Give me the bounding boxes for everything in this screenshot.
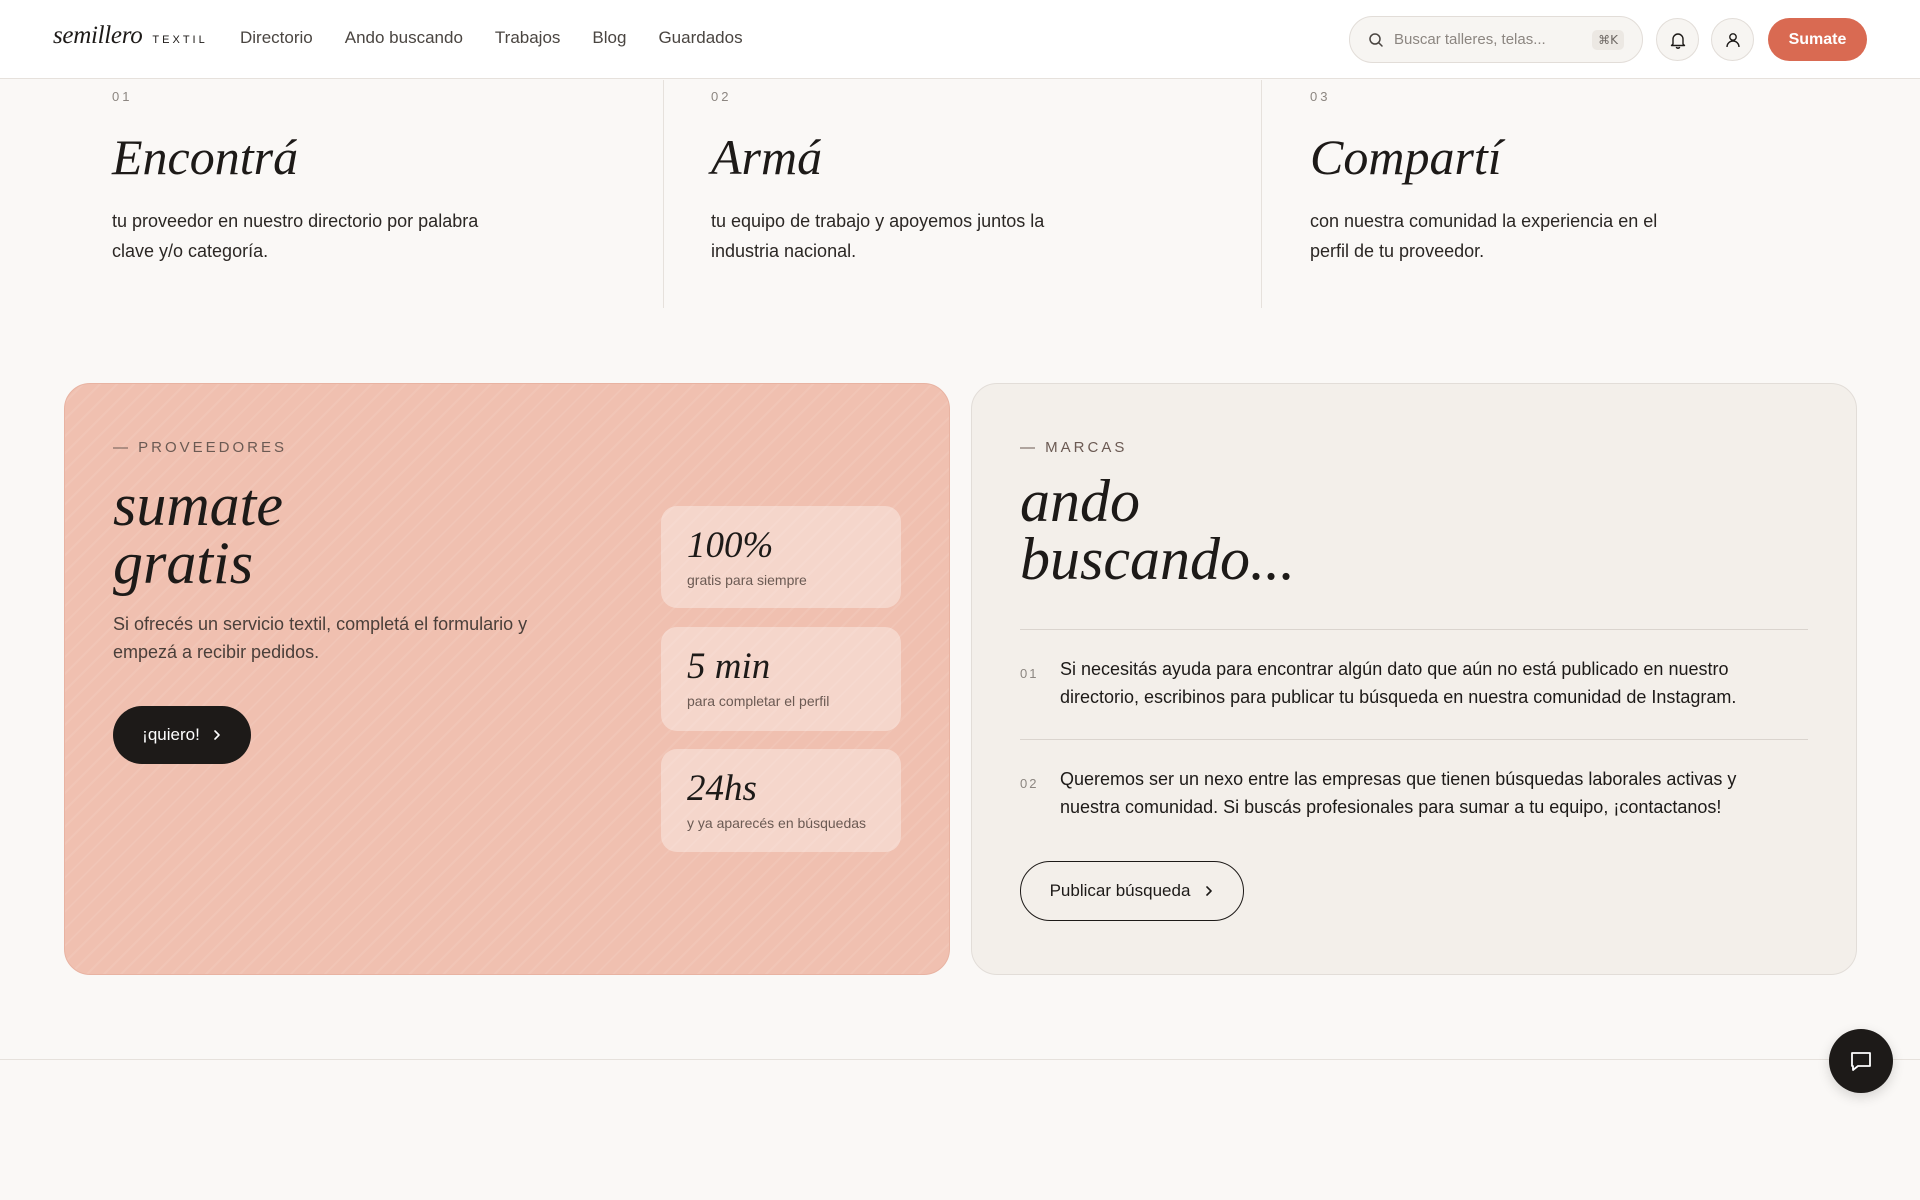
step-description: con nuestra comunidad la experiencia en … [1310, 211, 1658, 261]
publicar-busqueda-label: Publicar búsqueda [1049, 881, 1191, 900]
site-header: semillero TEXTIL Directorio Ando buscand… [0, 0, 1920, 79]
nav-blog[interactable]: Blog [592, 28, 626, 48]
bell-icon [1670, 32, 1685, 49]
user-icon [1725, 32, 1740, 47]
brands-title-line1: ando [1020, 468, 1140, 534]
quiero-button-label: ¡quiero! [142, 725, 200, 744]
stat-label: y ya aparecés en búsquedas [687, 815, 867, 831]
search-input[interactable] [1394, 31, 1584, 48]
brands-card: — MARCAS ando buscando... 01 Si necesitá… [971, 383, 1857, 975]
search-box[interactable]: ⌘K [1349, 16, 1643, 63]
nav-guardados[interactable]: Guardados [658, 28, 742, 48]
step-number: 02 [711, 89, 732, 104]
step-comparti: 03 Compartí con nuestra comunidad la exp… [1310, 80, 1810, 308]
providers-title-line1: sumate [113, 472, 283, 538]
brands-item-number: 01 [1020, 666, 1039, 681]
step-arma: 02 Armá tu equipo de trabajo y apoyemos … [711, 80, 1211, 308]
chat-bubble-icon [1851, 1052, 1871, 1071]
step-title: Compartí [1310, 129, 1502, 185]
stat-card: 100% gratis para siempre [661, 506, 901, 608]
brands-eyebrow: — MARCAS [1020, 439, 1128, 456]
stat-label: gratis para siempre [687, 572, 807, 588]
account-button[interactable] [1711, 18, 1754, 61]
step-description: tu equipo de trabajo y apoyemos juntos l… [711, 211, 1045, 261]
nav-ando-buscando[interactable]: Ando buscando [345, 28, 463, 48]
sumate-button[interactable]: Sumate [1768, 18, 1867, 61]
step-description: tu proveedor en nuestro directorio por p… [112, 211, 479, 261]
main-nav: Directorio Ando buscando Trabajos Blog G… [240, 28, 743, 48]
providers-description: Si ofrecés un servicio textil, completá … [113, 614, 528, 662]
step-number: 03 [1310, 89, 1331, 104]
step-title: Armá [711, 129, 823, 185]
logo-subtitle: TEXTIL [152, 34, 208, 46]
stat-value: 100% [687, 525, 774, 566]
notifications-button[interactable] [1656, 18, 1699, 61]
quiero-button[interactable]: ¡quiero! [113, 706, 251, 764]
providers-title-line2: gratis [113, 530, 254, 596]
brands-item-number: 02 [1020, 776, 1039, 791]
stat-card: 5 min para completar el perfil [661, 627, 901, 731]
divider [1020, 739, 1808, 740]
brands-item-text: Si necesitás ayuda para encontrar algún … [1060, 659, 1737, 707]
step-number: 01 [112, 89, 133, 104]
search-shortcut-badge: ⌘K [1592, 29, 1624, 50]
stat-value: 24hs [687, 768, 757, 809]
nav-directorio[interactable]: Directorio [240, 28, 313, 48]
divider [1020, 629, 1808, 630]
stat-card: 24hs y ya aparecés en búsquedas [661, 749, 901, 852]
step-divider [1261, 80, 1262, 308]
stat-value: 5 min [687, 646, 771, 687]
providers-card: — PROVEEDORES sumate gratis Si ofrecés u… [64, 383, 950, 975]
nav-trabajos[interactable]: Trabajos [495, 28, 561, 48]
chevron-right-icon [214, 730, 220, 740]
brands-title-line2: buscando... [1020, 526, 1295, 592]
step-divider [663, 80, 664, 308]
step-title: Encontrá [112, 129, 299, 185]
section-divider [0, 1059, 1920, 1060]
step-encontra: 01 Encontrá tu proveedor en nuestro dire… [112, 80, 612, 308]
publicar-busqueda-button[interactable]: Publicar búsqueda [1020, 861, 1244, 921]
logo[interactable]: semillero TEXTIL [53, 22, 208, 50]
providers-eyebrow: — PROVEEDORES [113, 439, 288, 456]
chat-button[interactable] [1829, 1029, 1893, 1093]
search-icon [1369, 32, 1383, 47]
brands-item-text: Queremos ser un nexo entre las empresas … [1060, 769, 1737, 817]
stat-label: para completar el perfil [687, 693, 830, 709]
logo-wordmark: semillero [53, 22, 143, 49]
chevron-right-icon [1206, 886, 1213, 896]
